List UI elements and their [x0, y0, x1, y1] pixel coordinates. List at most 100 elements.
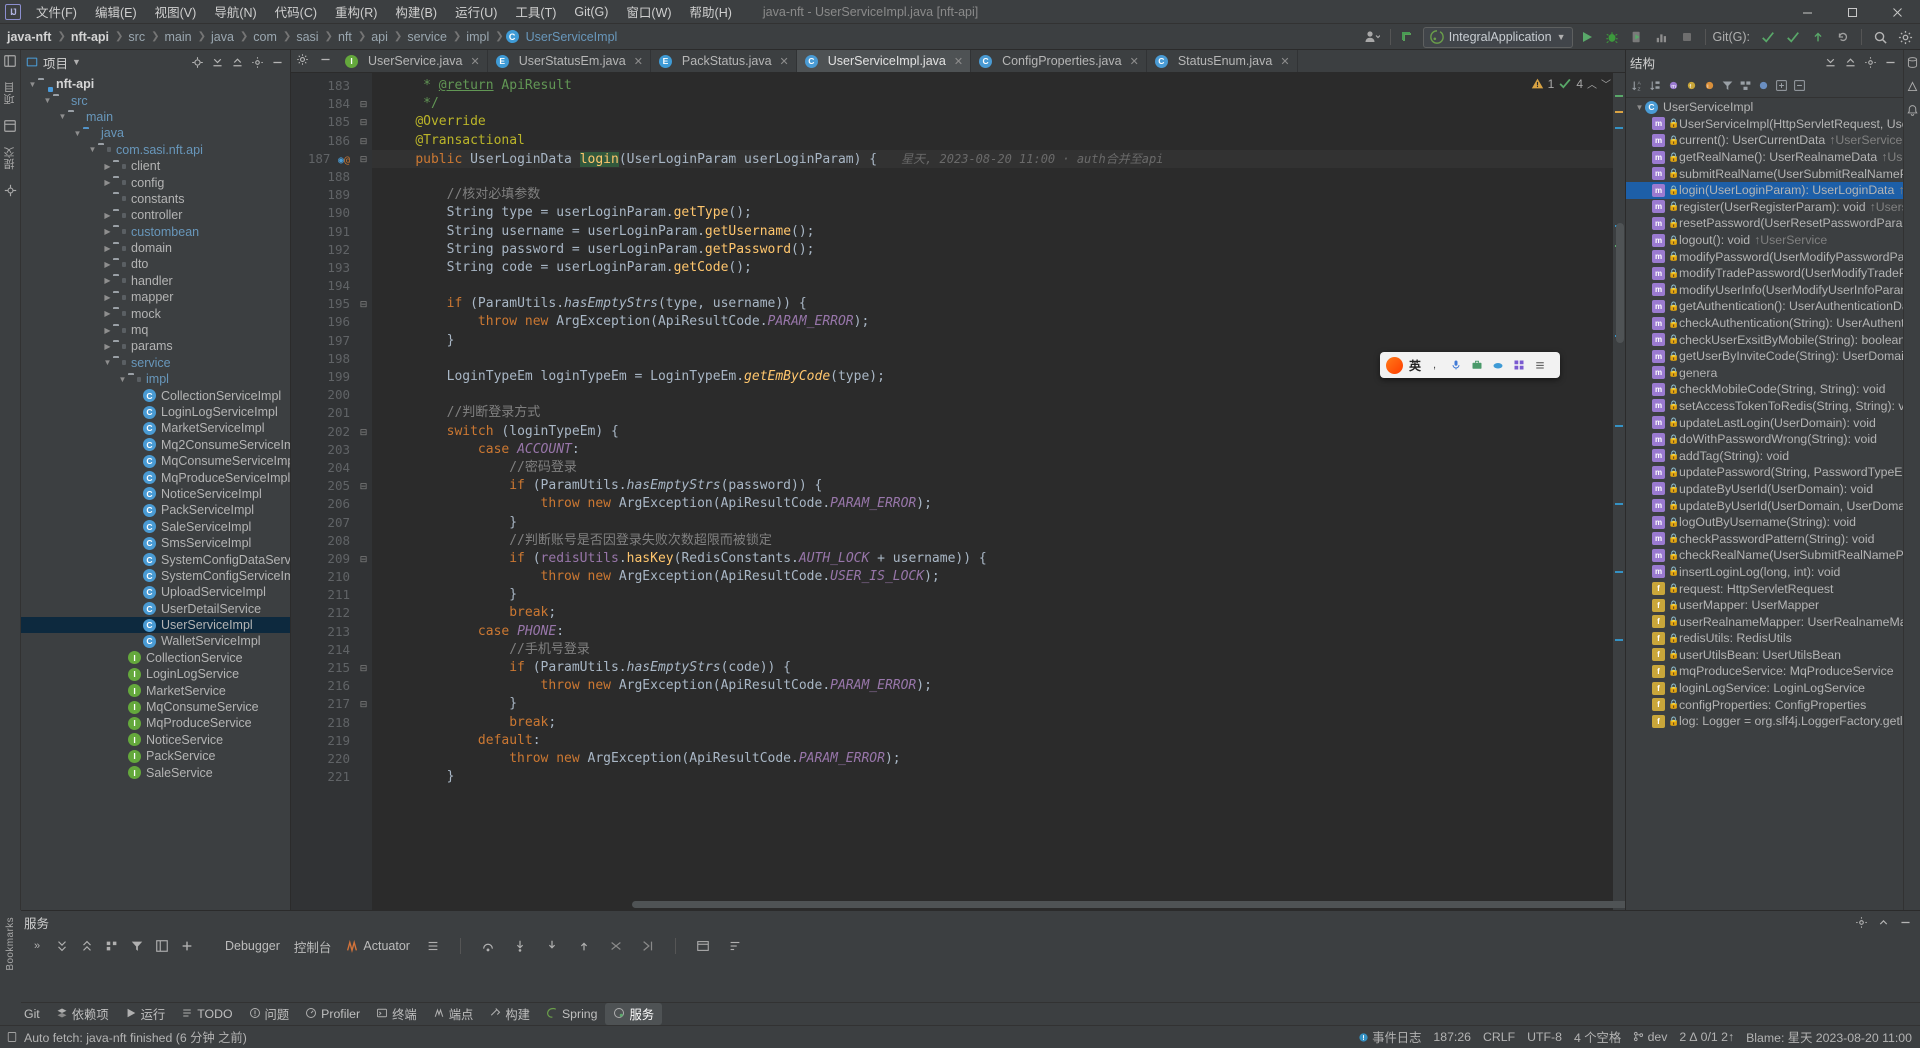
- gutter-line-number[interactable]: 203: [291, 441, 355, 459]
- gutter-line-number[interactable]: 198: [291, 350, 355, 368]
- hide-tabs-icon[interactable]: [319, 53, 332, 69]
- gutter-line-number[interactable]: 217: [291, 695, 355, 713]
- structure-member-row[interactable]: m 🔒 logout(): void ↑UserService: [1626, 232, 1903, 249]
- editor-tab[interactable]: I UserService.java ✕: [337, 50, 488, 72]
- step-over-icon[interactable]: [479, 937, 497, 955]
- structure-member-row[interactable]: m 🔒 checkUserExsitByMobile(String): boolea…: [1626, 331, 1903, 348]
- menu-icon[interactable]: [1532, 358, 1547, 373]
- project-tree-row[interactable]: ▶ params: [21, 338, 290, 354]
- filter-icon[interactable]: [128, 937, 146, 955]
- project-tree-row[interactable]: C Mq2ConsumeServiceImpl: [21, 437, 290, 453]
- horizontal-scrollbar[interactable]: [372, 901, 1625, 910]
- breadcrumb-item-nft[interactable]: nft: [335, 28, 356, 46]
- expand-all-icon[interactable]: [208, 53, 226, 71]
- run-icon[interactable]: [1576, 26, 1598, 48]
- code-line[interactable]: * @return ApiResult: [372, 77, 1613, 95]
- fold-marker[interactable]: ⊟: [355, 659, 372, 677]
- structure-member-row[interactable]: f 🔒 configProperties: ConfigProperties: [1626, 696, 1903, 713]
- tool-project-label[interactable]: 项目: [2, 79, 18, 108]
- step-into-icon[interactable]: [511, 937, 529, 955]
- services-tab-debugger[interactable]: Debugger: [225, 939, 280, 953]
- chevron-down-icon[interactable]: ▼: [117, 375, 128, 384]
- chevron-right-icon[interactable]: ▶: [102, 309, 113, 318]
- code-line[interactable]: [372, 168, 1613, 186]
- structure-toolwindow-icon[interactable]: [2, 118, 18, 134]
- services-tab-actuator[interactable]: Actuator: [345, 939, 410, 953]
- expand-structure-icon[interactable]: [1773, 77, 1790, 94]
- project-tree-row[interactable]: ▶ domain: [21, 240, 290, 256]
- project-tree-row[interactable]: C MqConsumeServiceImpl: [21, 453, 290, 469]
- menu-build[interactable]: 构建(B): [386, 0, 446, 24]
- menu-code[interactable]: 代码(C): [266, 0, 326, 24]
- editor-code[interactable]: * @return ApiResult */ @Override @Transa…: [372, 73, 1613, 910]
- fold-marker[interactable]: ⊟: [355, 423, 372, 441]
- structure-member-row[interactable]: m 🔒 modifyTradePassword(UserModifyTradeP: [1626, 265, 1903, 282]
- structure-member-row[interactable]: m 🔒 addTag(String): void: [1626, 447, 1903, 464]
- editor-tab[interactable]: C StatusEnum.java ✕: [1147, 50, 1298, 72]
- chevron-right-icon[interactable]: ▶: [102, 178, 113, 187]
- hide-panel-icon[interactable]: [1881, 53, 1899, 71]
- tool-window-button-依赖项[interactable]: 依赖项: [48, 1003, 117, 1025]
- gutter-line-number[interactable]: 196: [291, 313, 355, 331]
- gutter-line-number[interactable]: 199: [291, 368, 355, 386]
- editor-tab[interactable]: E UserStatusEm.java ✕: [488, 50, 651, 72]
- code-line[interactable]: throw new ArgException(ApiResultCode.PAR…: [372, 750, 1613, 768]
- run-to-cursor-icon[interactable]: [639, 937, 657, 955]
- editor-tab[interactable]: C UserServiceImpl.java ✕: [796, 50, 972, 72]
- breadcrumb-item-sasi[interactable]: sasi: [293, 28, 322, 46]
- gutter-line-number[interactable]: 216: [291, 677, 355, 695]
- menu-view[interactable]: 视图(V): [146, 0, 206, 24]
- chevron-down-icon[interactable]: ▼: [72, 57, 81, 67]
- expand-all-icon[interactable]: [1821, 53, 1839, 71]
- collapse-all-icon[interactable]: [78, 937, 96, 955]
- structure-member-row[interactable]: m 🔒 register(UserRegisterParam): void ↑User…: [1626, 199, 1903, 216]
- breadcrumb-item-module[interactable]: nft-api: [68, 28, 113, 46]
- structure-member-row[interactable]: m 🔒 modifyPassword(UserModifyPasswordPar: [1626, 248, 1903, 265]
- chevron-right-icon[interactable]: ▶: [102, 162, 113, 171]
- chevron-right-icon[interactable]: ▶: [102, 326, 113, 335]
- close-icon[interactable]: ✕: [1280, 55, 1289, 68]
- gutter-line-number[interactable]: 197: [291, 332, 355, 350]
- menu-run[interactable]: 运行(U): [446, 0, 506, 24]
- breadcrumb-item-service[interactable]: service: [404, 28, 451, 46]
- collapse-all-icon[interactable]: [1841, 53, 1859, 71]
- menu-tools[interactable]: 工具(T): [506, 0, 565, 24]
- close-icon[interactable]: ✕: [470, 55, 479, 68]
- git-update-icon[interactable]: [1757, 26, 1779, 48]
- project-tree-row[interactable]: ▶ mq: [21, 322, 290, 338]
- project-tree-row[interactable]: constants: [21, 191, 290, 207]
- structure-member-row[interactable]: m🔒submitRealName(UserSubmitRealNameParam: [1626, 165, 1903, 182]
- menu-git[interactable]: Git(G): [565, 2, 617, 22]
- maven-icon[interactable]: [1904, 78, 1920, 94]
- group-by-icon[interactable]: [103, 937, 121, 955]
- fold-marker[interactable]: ⊟: [355, 295, 372, 313]
- structure-member-row[interactable]: m 🔒 logOutByUsername(String): void: [1626, 514, 1903, 531]
- indent-setting[interactable]: 4 个空格: [1574, 1028, 1621, 1046]
- project-tree[interactable]: ▼ nft-api ▼ src ▼ main ▼ java ▼ com.sasi.nft.api ▶…: [21, 74, 290, 910]
- tool-window-bar[interactable]: Git 依赖项 运行 TODO 问题 Profiler 终端 端点 构建 Spring 服务: [0, 1002, 1920, 1025]
- structure-member-row[interactable]: m 🔒 resetPassword(UserResetPasswordParam): [1626, 215, 1903, 232]
- structure-member-row[interactable]: f 🔒 mqProduceService: MqProduceService: [1626, 663, 1903, 680]
- project-tree-row[interactable]: C UserServiceImpl: [21, 616, 290, 634]
- bookmarks-icon[interactable]: [2, 183, 18, 199]
- gutter-line-number[interactable]: 201: [291, 404, 355, 422]
- structure-root-row[interactable]: ▼ C UserServiceImpl: [1626, 99, 1903, 116]
- code-line[interactable]: */: [372, 95, 1613, 113]
- code-line[interactable]: @Override: [372, 113, 1613, 131]
- structure-member-row[interactable]: f 🔒 log: Logger = org.slf4j.LoggerFactory.…: [1626, 713, 1903, 730]
- code-line[interactable]: }: [372, 586, 1613, 604]
- run-with-coverage-icon[interactable]: [1626, 26, 1648, 48]
- settings-icon[interactable]: [1861, 53, 1879, 71]
- code-line[interactable]: String password = userLoginParam.getPass…: [372, 241, 1613, 259]
- breadcrumb-item-impl[interactable]: impl: [463, 28, 493, 46]
- gutter-line-number[interactable]: 184: [291, 95, 355, 113]
- structure-member-row[interactable]: m 🔒 getAuthentication(): UserAuthenticatio…: [1626, 298, 1903, 315]
- project-tree-row[interactable]: ▶ mock: [21, 305, 290, 321]
- code-line[interactable]: throw new ArgException(ApiResultCode.PAR…: [372, 495, 1613, 513]
- code-line[interactable]: [372, 386, 1613, 404]
- gutter-line-number[interactable]: 188: [291, 168, 355, 186]
- project-tree-row[interactable]: ▼ service: [21, 355, 290, 371]
- bookmarks-label[interactable]: Bookmarks: [5, 914, 16, 974]
- project-tree-row[interactable]: ▶ custombean: [21, 224, 290, 240]
- gutter-line-number[interactable]: 190: [291, 204, 355, 222]
